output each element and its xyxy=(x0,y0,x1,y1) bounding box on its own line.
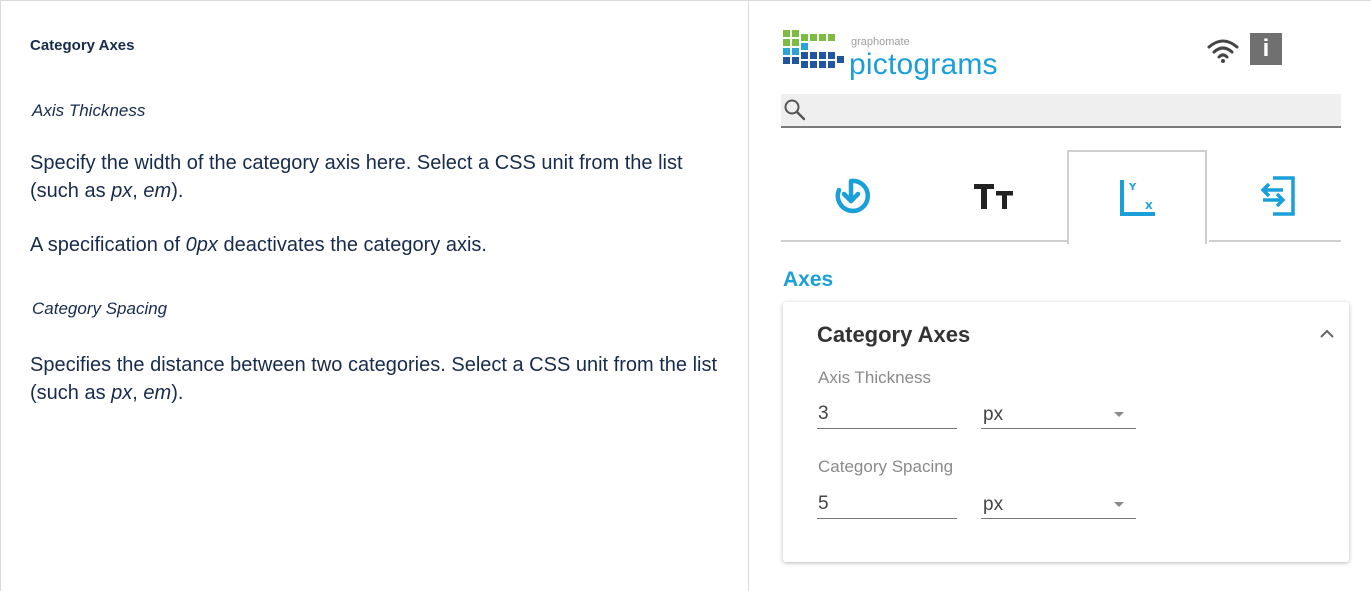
brand-small-text: graphomate xyxy=(851,36,910,48)
category-spacing-unit-select[interactable]: px xyxy=(981,489,1136,519)
category-axes-card: Category Axes Axis Thickness px Category… xyxy=(783,302,1349,562)
axis-thickness-label: Axis Thickness xyxy=(818,368,932,387)
section-title-axes: Axes xyxy=(783,268,834,291)
dropdown-caret-icon xyxy=(1114,502,1124,507)
description-cell: Category Axes Axis Thickness Specify the… xyxy=(0,1,749,591)
tab-export[interactable] xyxy=(781,150,921,242)
category-spacing-label: Category Spacing xyxy=(818,457,954,476)
doc-paragraph-axis-thickness: Specify the width of the category axis h… xyxy=(30,152,683,202)
info-button[interactable]: i xyxy=(1250,33,1282,65)
axis-thickness-unit-select[interactable]: px xyxy=(981,399,1136,429)
category-spacing-unit-value: px xyxy=(983,494,1004,515)
axis-thickness-input[interactable] xyxy=(817,399,957,429)
doc-sub-category-spacing: Category Spacing xyxy=(32,299,168,318)
search-bar xyxy=(781,94,1341,128)
import-icon xyxy=(1260,176,1295,216)
tab-bar: Y X xyxy=(781,150,1341,244)
tab-import[interactable] xyxy=(1209,150,1349,242)
brand-name: pictograms xyxy=(849,48,998,81)
axis-thickness-unit-value: px xyxy=(983,404,1004,425)
wifi-icon[interactable] xyxy=(1206,36,1240,66)
text-size-icon xyxy=(974,184,1013,209)
search-icon xyxy=(784,99,806,121)
card-title: Category Axes xyxy=(817,322,971,347)
doc-sub-axis-thickness: Axis Thickness xyxy=(32,101,146,120)
category-spacing-input[interactable] xyxy=(817,489,957,519)
doc-heading: Category Axes xyxy=(30,37,135,54)
tab-text[interactable] xyxy=(924,150,1064,242)
search-input[interactable] xyxy=(811,98,1335,124)
tab-axes[interactable]: Y X xyxy=(1067,150,1207,244)
svg-text:Y: Y xyxy=(1128,182,1137,193)
doc-paragraph-category-spacing: Specifies the distance between two categ… xyxy=(30,354,718,404)
graphomate-logo: graphomate pictograms xyxy=(781,26,1041,92)
dropdown-caret-icon xyxy=(1114,412,1124,417)
svg-text:X: X xyxy=(1145,201,1153,212)
doc-paragraph-deactivate: A specification of 0px deactivates the c… xyxy=(30,234,487,256)
axes-xy-icon: Y X xyxy=(1120,180,1155,216)
download-arrow-icon xyxy=(835,178,871,214)
chevron-up-icon[interactable] xyxy=(1319,328,1335,340)
